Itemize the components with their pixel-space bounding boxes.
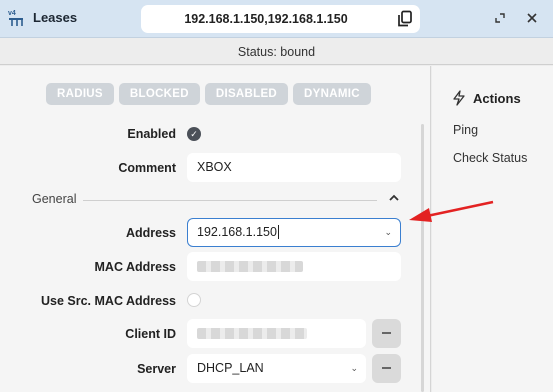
flag-blocked: BLOCKED — [118, 83, 200, 105]
actions-panel: Actions Ping Check Status — [432, 66, 553, 392]
lease-address-display: 192.168.1.150,192.168.1.150 — [141, 5, 420, 33]
mac-address-input[interactable] — [187, 252, 401, 281]
remove-server-button[interactable] — [372, 354, 401, 383]
flag-radius: RADIUS — [46, 83, 114, 105]
mac-address-label: MAC Address — [94, 260, 177, 274]
close-icon[interactable] — [526, 12, 538, 24]
action-check-status[interactable]: Check Status — [453, 151, 527, 165]
lease-address-text: 192.168.1.150,192.168.1.150 — [184, 12, 348, 26]
chevron-down-icon: ⌄ — [384, 227, 392, 237]
redacted-mac-address — [197, 261, 303, 272]
restore-icon[interactable] — [494, 12, 506, 24]
flag-disabled: DISABLED — [204, 83, 289, 105]
copy-icon[interactable] — [397, 10, 413, 28]
chevron-down-icon: ⌄ — [350, 363, 358, 373]
comment-input[interactable]: XBOX — [187, 153, 401, 182]
use-src-mac-label: Use Src. MAC Address — [41, 294, 176, 308]
leases-app-icon: v4 — [8, 10, 23, 26]
lease-form-panel: RADIUS BLOCKED DISABLED DYNAMIC Enabled … — [0, 66, 431, 392]
address-label: Address — [125, 226, 176, 240]
client-id-input[interactable] — [187, 319, 366, 348]
server-select[interactable]: DHCP_LAN ⌄ — [187, 354, 366, 383]
section-general: General — [32, 192, 77, 206]
comment-label: Comment — [118, 161, 176, 175]
enabled-checkbox[interactable]: ✓ — [187, 127, 201, 141]
address-select[interactable]: 192.168.1.150 ⌄ — [187, 218, 401, 247]
lightning-icon — [453, 90, 465, 106]
server-label: Server — [137, 362, 176, 376]
window-title: Leases — [33, 10, 78, 25]
use-src-mac-checkbox[interactable] — [187, 293, 201, 307]
scrollbar[interactable] — [421, 124, 424, 392]
remove-client-id-button[interactable] — [372, 319, 401, 348]
flag-dynamic: DYNAMIC — [293, 83, 371, 105]
status-text: Status: bound — [0, 39, 553, 65]
chevron-up-icon[interactable] — [388, 193, 400, 203]
title-bar: v4 Leases 192.168.1.150,192.168.1.150 — [0, 0, 553, 38]
enabled-label: Enabled — [127, 127, 176, 141]
flag-badges: RADIUS BLOCKED DISABLED DYNAMIC — [46, 83, 371, 105]
svg-text:v4: v4 — [8, 10, 16, 17]
action-ping[interactable]: Ping — [453, 123, 478, 137]
section-divider — [83, 200, 377, 201]
server-value: DHCP_LAN — [197, 361, 264, 375]
annotation-arrow — [409, 200, 494, 222]
actions-title: Actions — [473, 91, 521, 106]
client-id-label: Client ID — [125, 327, 176, 341]
redacted-client-id — [197, 328, 307, 339]
address-value: 192.168.1.150 — [197, 225, 277, 239]
